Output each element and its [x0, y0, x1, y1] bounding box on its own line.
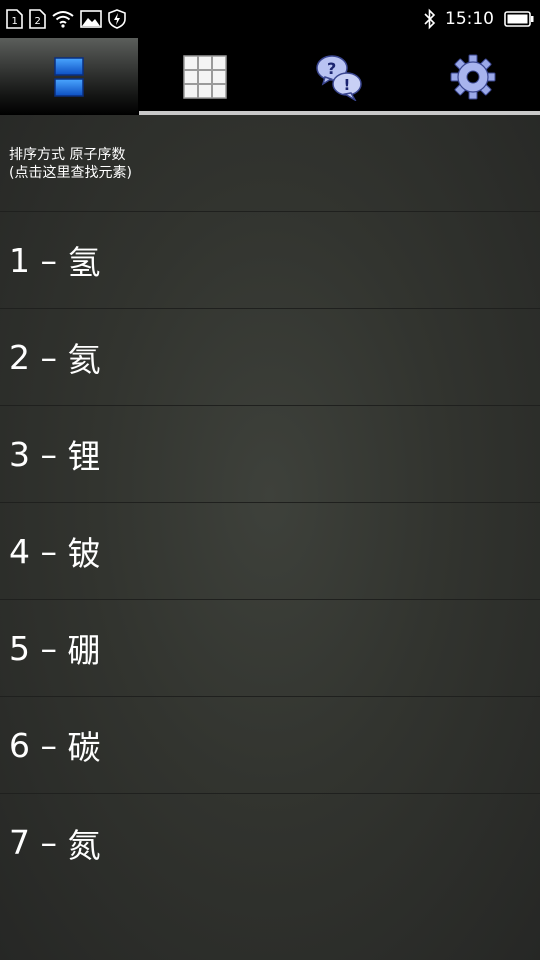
sim2-label: 2 — [35, 16, 41, 27]
element-separator: – — [40, 823, 58, 862]
tab-grid-view[interactable] — [138, 38, 272, 115]
list-view-icon — [54, 56, 84, 97]
element-row[interactable]: 4 – 铍 — [0, 503, 540, 600]
status-bar: 1 2 15:10 — [0, 0, 540, 38]
sort-mode-label: 排序方式 原子序数 — [9, 147, 126, 163]
element-list-container: 排序方式 原子序数 (点击这里查找元素) 1 – 氢 2 – 氦 3 – 锂 4… — [0, 115, 540, 960]
app-screen: 1 2 15:10 ? ! 排序方式 原子序数 (点击这里查找元素) 1 – 氢… — [0, 0, 540, 960]
image-icon — [80, 10, 102, 28]
element-separator: – — [40, 628, 58, 668]
element-number: 1 — [9, 240, 31, 280]
element-name: 锂 — [67, 437, 101, 476]
element-number: 4 — [9, 531, 31, 571]
tab-bar: ? ! — [0, 38, 540, 115]
element-number: 5 — [9, 628, 31, 668]
element-row[interactable]: 3 – 锂 — [0, 406, 540, 503]
element-row[interactable]: 1 – 氢 — [0, 212, 540, 309]
element-row[interactable]: 6 – 碳 — [0, 697, 540, 794]
element-name: 氮 — [67, 825, 101, 865]
bluetooth-icon — [424, 8, 436, 30]
element-name: 氢 — [67, 243, 101, 282]
sim2-icon: 2 — [29, 9, 46, 29]
sim1-icon: 1 — [6, 9, 23, 29]
quiz-bubbles-icon: ? ! — [316, 54, 362, 101]
element-row[interactable]: 5 – 硼 — [0, 600, 540, 697]
battery-icon — [504, 11, 534, 27]
shield-bolt-icon — [108, 9, 126, 29]
element-number: 2 — [9, 337, 31, 377]
svg-text:!: ! — [343, 76, 350, 94]
element-number: 6 — [9, 725, 31, 765]
element-name: 硼 — [67, 631, 101, 670]
sim1-label: 1 — [12, 16, 18, 27]
element-name: 铍 — [67, 534, 101, 573]
tab-quiz[interactable]: ? ! — [272, 38, 406, 115]
gear-icon — [450, 54, 496, 99]
element-number: 3 — [9, 434, 31, 474]
grid-view-icon — [183, 54, 227, 99]
element-name: 碳 — [67, 728, 101, 767]
tab-list-view[interactable] — [0, 38, 138, 115]
element-separator: – — [40, 337, 58, 377]
element-separator: – — [40, 531, 58, 571]
status-time: 15:10 — [445, 9, 494, 29]
svg-text:?: ? — [327, 59, 336, 78]
element-row[interactable]: 2 – 氦 — [0, 309, 540, 406]
element-row[interactable]: 7 – 氮 — [0, 794, 540, 891]
status-left: 1 2 — [6, 9, 126, 29]
status-right: 15:10 — [423, 8, 534, 30]
sort-header[interactable]: 排序方式 原子序数 (点击这里查找元素) — [0, 115, 540, 212]
element-separator: – — [40, 240, 58, 280]
tab-settings[interactable] — [406, 38, 540, 115]
element-name: 氦 — [67, 340, 101, 379]
search-hint-label: (点击这里查找元素) — [9, 165, 132, 181]
element-separator: – — [40, 434, 58, 474]
wifi-icon — [52, 11, 74, 28]
element-number: 7 — [9, 823, 31, 862]
element-separator: – — [40, 725, 58, 765]
